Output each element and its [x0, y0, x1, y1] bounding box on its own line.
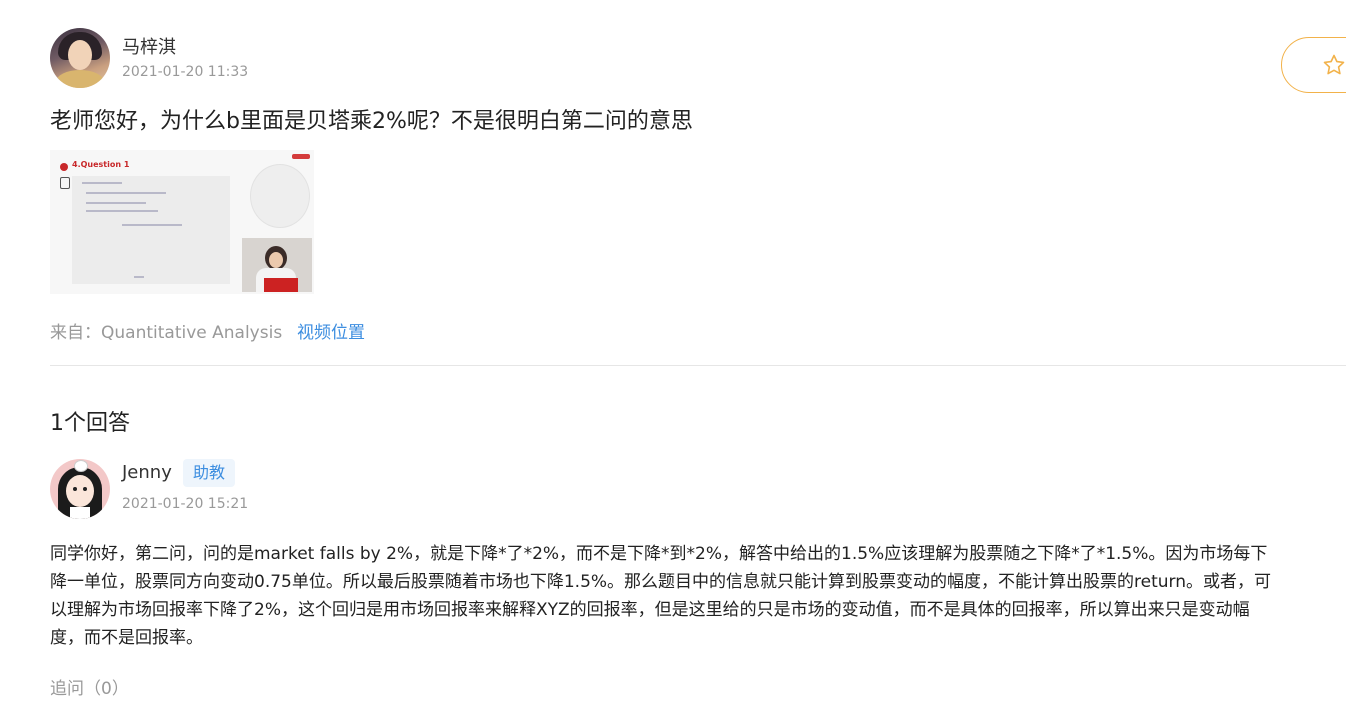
question-text: 老师您好，为什么b里面是贝塔乘2%呢？不是很明白第二问的意思: [50, 109, 693, 134]
question-timestamp: 2021-01-20 11:33: [122, 64, 249, 80]
question-author-name: 马梓淇: [122, 37, 176, 58]
question-source: 来自：Quantitative Analysis: [50, 323, 283, 343]
question-attachment-image[interactable]: 4.Question 1: [50, 150, 314, 294]
slide-title: 4.Question 1: [72, 160, 130, 169]
question-author-avatar: [50, 28, 110, 88]
star-icon: [1323, 54, 1345, 75]
answer-author-avatar: [50, 459, 110, 519]
video-position-link[interactable]: 视频位置: [297, 318, 365, 343]
favorite-button[interactable]: [1281, 37, 1346, 93]
answer-text: 同学你好，第二问，问的是market falls by 2%，就是下降*了*2%…: [50, 544, 1272, 648]
answer-author-name: Jenny: [122, 462, 172, 483]
divider: [50, 365, 1346, 366]
role-badge: 助教: [183, 459, 236, 487]
followup-link[interactable]: 追问（0）: [50, 674, 129, 699]
answer-count-heading: 1个回答: [50, 411, 130, 436]
answer-timestamp: 2021-01-20 15:21: [122, 496, 249, 512]
